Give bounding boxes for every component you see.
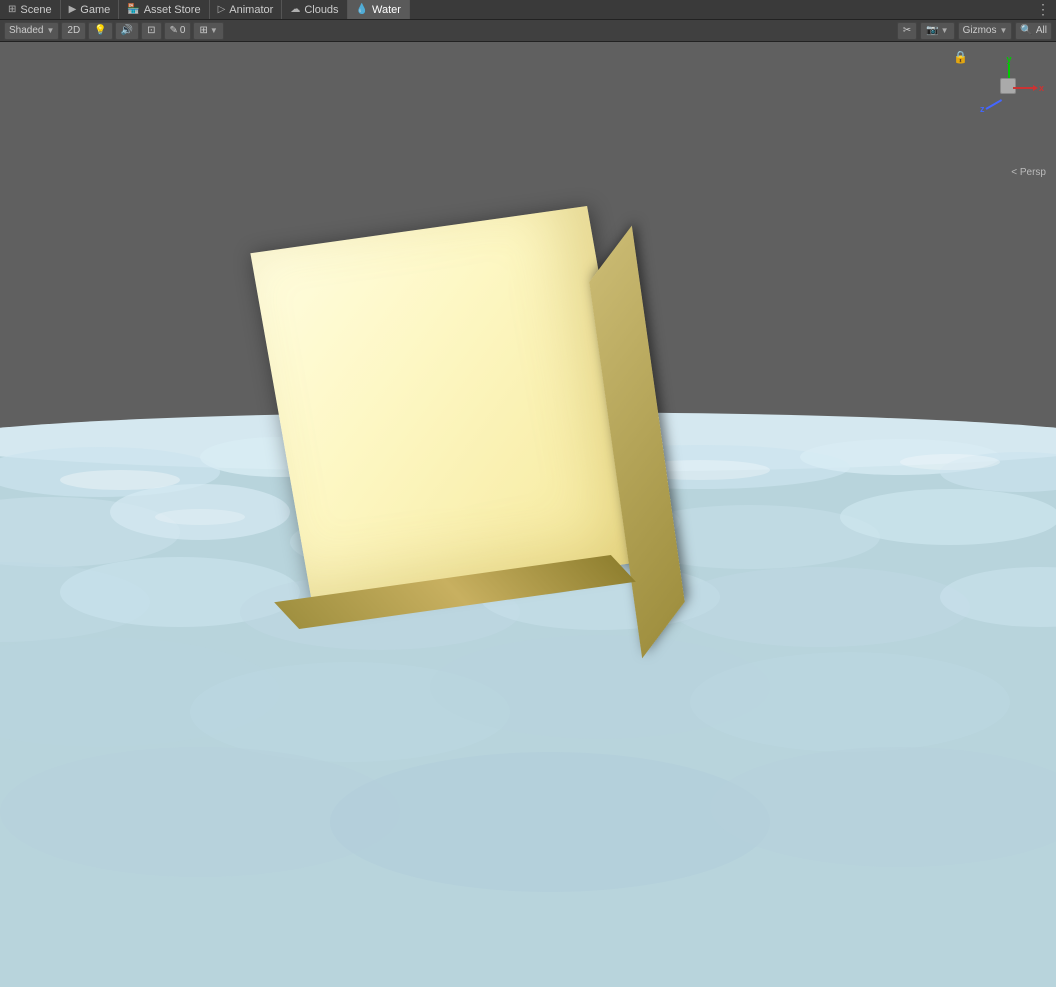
water-icon: 💧 (356, 4, 368, 15)
camera-icon: 📷 (926, 25, 938, 36)
overlay-button[interactable]: ⊡ (141, 22, 161, 40)
scene-icon: ⊞ (8, 4, 16, 15)
shading-dropdown-arrow: ▼ (46, 26, 54, 35)
tab-options-button[interactable]: ⋮ (1030, 1, 1056, 18)
all-label: All (1036, 25, 1047, 36)
gizmos-label: Gizmos (963, 25, 997, 36)
tab-animator[interactable]: ▷ Animator (210, 0, 283, 19)
clouds-icon: ☁ (290, 4, 300, 15)
shading-label: Shaded (9, 25, 43, 36)
tab-water-label: Water (372, 4, 401, 16)
viewport[interactable]: y x z 🔒 < Persp (0, 42, 1056, 987)
audio-button[interactable]: 🔊 (115, 22, 139, 40)
animator-icon: ▷ (218, 4, 226, 15)
gizmos-dropdown-arrow: ▼ (1000, 26, 1008, 35)
paint-button[interactable]: ✎ 0 (164, 22, 192, 40)
all-search-icon: 🔍 (1020, 25, 1032, 36)
scissors-icon: ✂ (903, 25, 911, 36)
overlay-icon: ⊡ (147, 25, 155, 36)
paint-icon: ✎ (170, 25, 178, 36)
grid-button[interactable]: ⊞ ▼ (193, 22, 223, 40)
shading-dropdown[interactable]: Shaded ▼ (4, 22, 59, 40)
grid-dropdown-arrow: ▼ (210, 26, 218, 35)
tab-game-label: Game (80, 4, 110, 16)
camera-dropdown-arrow: ▼ (941, 26, 949, 35)
mode-2d-label: 2D (67, 25, 80, 36)
cube (270, 197, 670, 597)
cube-face-front (250, 206, 649, 608)
grid-icon: ⊞ (199, 25, 207, 36)
all-dropdown[interactable]: 🔍 All (1015, 22, 1052, 40)
gizmo-x-axis: x (1013, 83, 1044, 93)
gizmo-x-arrow (1033, 85, 1038, 91)
lock-icon[interactable]: 🔒 (953, 50, 968, 64)
toolbar-right: ✂ 📷 ▼ Gizmos ▼ 🔍 All (897, 22, 1052, 40)
mode-2d-button[interactable]: 2D (61, 22, 86, 40)
paint-label: 0 (180, 25, 186, 36)
tab-asset-store-label: Asset Store (144, 4, 201, 16)
tab-bar: ⊞ Scene ▶ Game 🏪 Asset Store ▷ Animator … (0, 0, 1056, 20)
scissors-button[interactable]: ✂ (897, 22, 917, 40)
light-button[interactable]: 💡 (88, 22, 112, 40)
tab-clouds[interactable]: ☁ Clouds (282, 0, 347, 19)
gizmo-widget[interactable]: y x z (976, 52, 1046, 122)
gizmo-x-line (1013, 87, 1033, 89)
tab-clouds-label: Clouds (304, 4, 338, 16)
asset-store-icon: 🏪 (127, 4, 139, 15)
tab-water[interactable]: 💧 Water (348, 0, 410, 19)
gizmo-x-label: x (1039, 83, 1044, 93)
gizmo-z-axis: z (980, 104, 1004, 114)
gizmo-z-label: z (980, 104, 985, 114)
tab-scene-label: Scene (20, 4, 51, 16)
gizmo-y-label: y (1006, 54, 1011, 64)
tab-asset-store[interactable]: 🏪 Asset Store (119, 0, 209, 19)
tab-game[interactable]: ▶ Game (61, 0, 120, 19)
gizmos-dropdown[interactable]: Gizmos ▼ (958, 22, 1013, 40)
toolbar: Shaded ▼ 2D 💡 🔊 ⊡ ✎ 0 ⊞ ▼ ✂ 📷 ▼ Gizmos ▼ (0, 20, 1056, 42)
persp-label: < Persp (1011, 167, 1046, 985)
camera-button[interactable]: 📷 ▼ (920, 22, 954, 40)
tab-animator-label: Animator (229, 4, 273, 16)
gizmo-z-line (985, 99, 1002, 110)
audio-icon: 🔊 (121, 25, 133, 36)
game-icon: ▶ (69, 4, 77, 15)
tab-scene[interactable]: ⊞ Scene (0, 0, 61, 19)
light-icon: 💡 (94, 25, 106, 36)
